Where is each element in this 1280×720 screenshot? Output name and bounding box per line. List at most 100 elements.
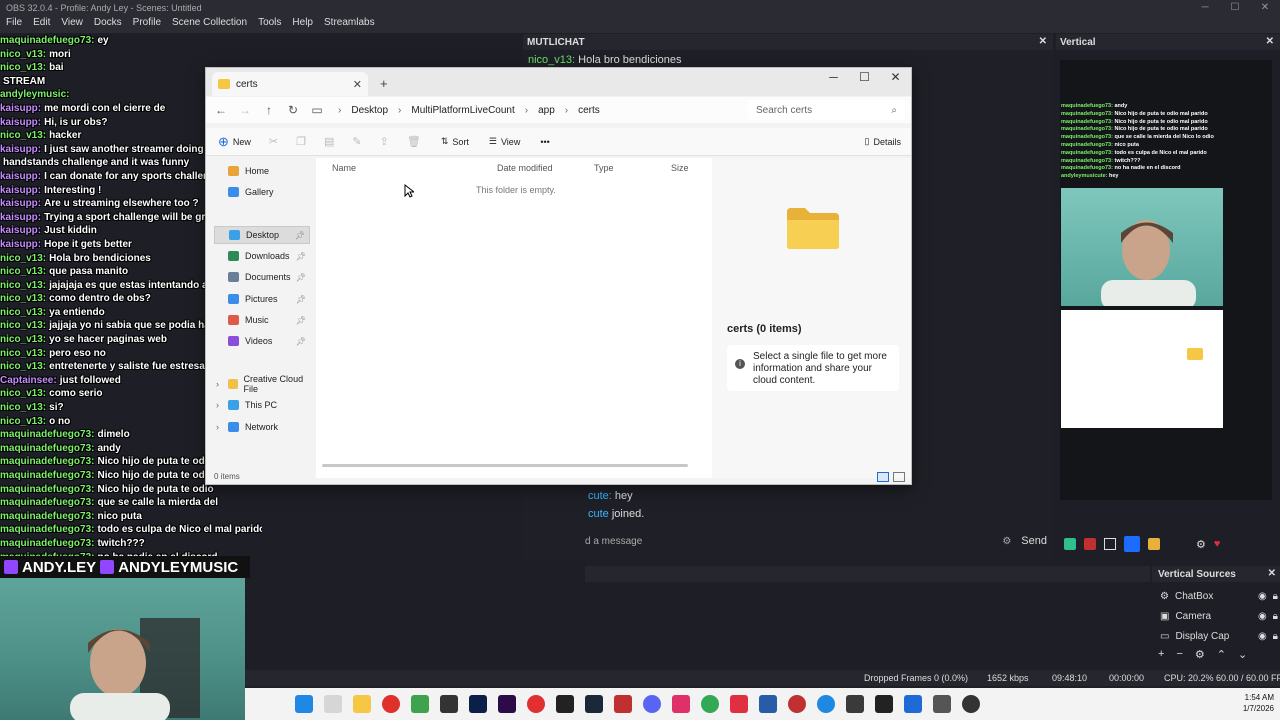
sync-icon[interactable]	[1124, 536, 1140, 552]
stream-icon[interactable]	[1084, 538, 1096, 550]
nav-item-desktop[interactable]: Desktop 📌︎	[214, 226, 310, 244]
cut-icon[interactable]: ✂	[269, 135, 278, 148]
share-icon[interactable]: ⇪	[380, 135, 389, 148]
menu-item[interactable]: Profile	[133, 17, 161, 32]
close-icon[interactable]: ✕	[1039, 36, 1047, 47]
paste-icon[interactable]: ▤	[324, 135, 334, 148]
record-indicator-icon[interactable]	[1064, 538, 1076, 550]
system-tray-clock[interactable]: 1:54 AM 1/7/2026	[1243, 692, 1274, 714]
new-tab-icon[interactable]: +	[380, 76, 388, 91]
close-tab-icon[interactable]: ✕	[353, 78, 362, 91]
eye-icon[interactable]: ◉	[1258, 611, 1267, 622]
lock-icon[interactable]: 🔒︎	[1273, 591, 1278, 602]
discord-icon[interactable]	[643, 695, 661, 713]
search-input[interactable]: Search certs	[756, 105, 812, 116]
column-type[interactable]: Type	[594, 163, 614, 173]
menu-item[interactable]: File	[6, 17, 22, 32]
app-icon[interactable]	[614, 695, 632, 713]
xbox-icon[interactable]	[411, 695, 429, 713]
tiktok-icon[interactable]	[730, 695, 748, 713]
nav-item-downloads[interactable]: Downloads 📌︎	[214, 247, 310, 265]
source-item[interactable]: ▣ Camera ◉ 🔒︎	[1160, 607, 1278, 625]
nav-item-music[interactable]: Music 📌︎	[214, 311, 310, 329]
remove-icon[interactable]: −	[1176, 648, 1182, 664]
app-icon[interactable]	[324, 695, 342, 713]
eye-icon[interactable]: ◉	[1258, 591, 1267, 602]
obs-icon[interactable]	[962, 695, 980, 713]
maximize-icon[interactable]: ☐	[849, 68, 880, 88]
delete-icon[interactable]: 🗑︎	[407, 135, 421, 148]
details-view-icon[interactable]	[877, 472, 889, 482]
stop-icon[interactable]	[1104, 538, 1116, 550]
nav-item-creative-cloud-file[interactable]: Creative Cloud File ›	[214, 374, 310, 394]
nav-item-pictures[interactable]: Pictures 📌︎	[214, 290, 310, 308]
minimize-icon[interactable]: ─	[1190, 0, 1220, 16]
record-icon[interactable]	[527, 695, 545, 713]
steam-icon[interactable]	[585, 695, 603, 713]
chevron-right-icon[interactable]: ›	[216, 422, 219, 432]
nav-item-this-pc[interactable]: This PC ›	[214, 396, 310, 414]
chevron-right-icon[interactable]: ›	[216, 400, 219, 410]
file-explorer-icon[interactable]	[353, 695, 371, 713]
refresh-icon[interactable]: ↻	[284, 103, 302, 117]
source-item[interactable]: ▭ Display Cap ◉ 🔒︎	[1160, 627, 1278, 645]
app-icon[interactable]	[672, 695, 690, 713]
chat-input[interactable]: d a message	[585, 536, 642, 547]
monitor-icon[interactable]: ▭	[308, 103, 326, 117]
search-box[interactable]: Search certs ⌕	[748, 100, 905, 120]
nav-item-documents[interactable]: Documents 📌︎	[214, 268, 310, 286]
photoshop-icon[interactable]	[469, 695, 487, 713]
breadcrumb-app[interactable]: app	[538, 105, 555, 116]
new-button[interactable]: ⊕ New	[218, 134, 251, 150]
minimize-icon[interactable]: ─	[818, 68, 849, 88]
back-icon[interactable]: ←	[212, 103, 230, 117]
nav-item-home[interactable]: Home	[214, 162, 310, 180]
notepad-icon[interactable]	[904, 695, 922, 713]
close-icon[interactable]: ✕	[880, 68, 911, 88]
gear-icon[interactable]: ⚙	[1195, 648, 1205, 664]
windows-start-icon[interactable]	[295, 695, 313, 713]
rename-icon[interactable]: ✎	[352, 135, 361, 148]
app-icon[interactable]	[933, 695, 951, 713]
nav-item-videos[interactable]: Videos 📌︎	[214, 332, 310, 350]
app-icon[interactable]	[759, 695, 777, 713]
maximize-icon[interactable]: ☐	[1220, 0, 1250, 16]
opera-icon[interactable]	[382, 695, 400, 713]
nav-item-gallery[interactable]: Gallery	[214, 183, 310, 201]
forward-icon[interactable]: →	[236, 103, 254, 117]
more-options-icon[interactable]: •••	[540, 137, 549, 147]
close-icon[interactable]: ✕	[1250, 0, 1280, 16]
premiere-icon[interactable]	[498, 695, 516, 713]
menu-item[interactable]: Edit	[33, 17, 50, 32]
column-date-modified[interactable]: Date modified	[497, 163, 553, 173]
horizontal-scrollbar[interactable]	[322, 464, 688, 467]
nav-item-network[interactable]: Network ›	[214, 418, 310, 436]
up-icon[interactable]: ↑	[260, 103, 278, 117]
details-button[interactable]: ▯ Details	[865, 136, 901, 147]
explorer-tab[interactable]: certs ✕	[212, 72, 368, 96]
chevron-up-icon[interactable]: ⌃	[1217, 648, 1226, 664]
gear-icon[interactable]: ⚙	[1002, 536, 1011, 547]
lock-icon[interactable]: 🔒︎	[1273, 611, 1278, 622]
column-name[interactable]: Name	[332, 163, 356, 173]
copy-icon[interactable]: ❐	[296, 135, 306, 148]
source-item[interactable]: ⚙ ChatBox ◉ 🔒︎	[1160, 587, 1278, 605]
chrome-icon[interactable]	[701, 695, 719, 713]
lock-icon[interactable]: 🔒︎	[1273, 631, 1278, 642]
menu-item[interactable]: Help	[292, 17, 313, 32]
chevron-down-icon[interactable]: ⌄	[1238, 648, 1247, 664]
view-button[interactable]: ☰ View	[489, 136, 520, 147]
breadcrumb-project[interactable]: MultiPlatformLiveCount	[411, 105, 514, 116]
send-button[interactable]: Send	[1021, 535, 1047, 547]
eye-icon[interactable]: ◉	[1258, 631, 1267, 642]
folder-icon[interactable]	[1148, 538, 1160, 550]
app-icon[interactable]	[556, 695, 574, 713]
close-icon[interactable]: ✕	[1266, 36, 1274, 47]
menu-item[interactable]: Docks	[94, 17, 122, 32]
menu-item[interactable]: Tools	[258, 17, 281, 32]
app-icon[interactable]	[788, 695, 806, 713]
sort-button[interactable]: ⇅ Sort	[441, 136, 469, 147]
menu-item[interactable]: Scene Collection	[172, 17, 247, 32]
column-size[interactable]: Size	[671, 163, 689, 173]
app-icon[interactable]	[440, 695, 458, 713]
